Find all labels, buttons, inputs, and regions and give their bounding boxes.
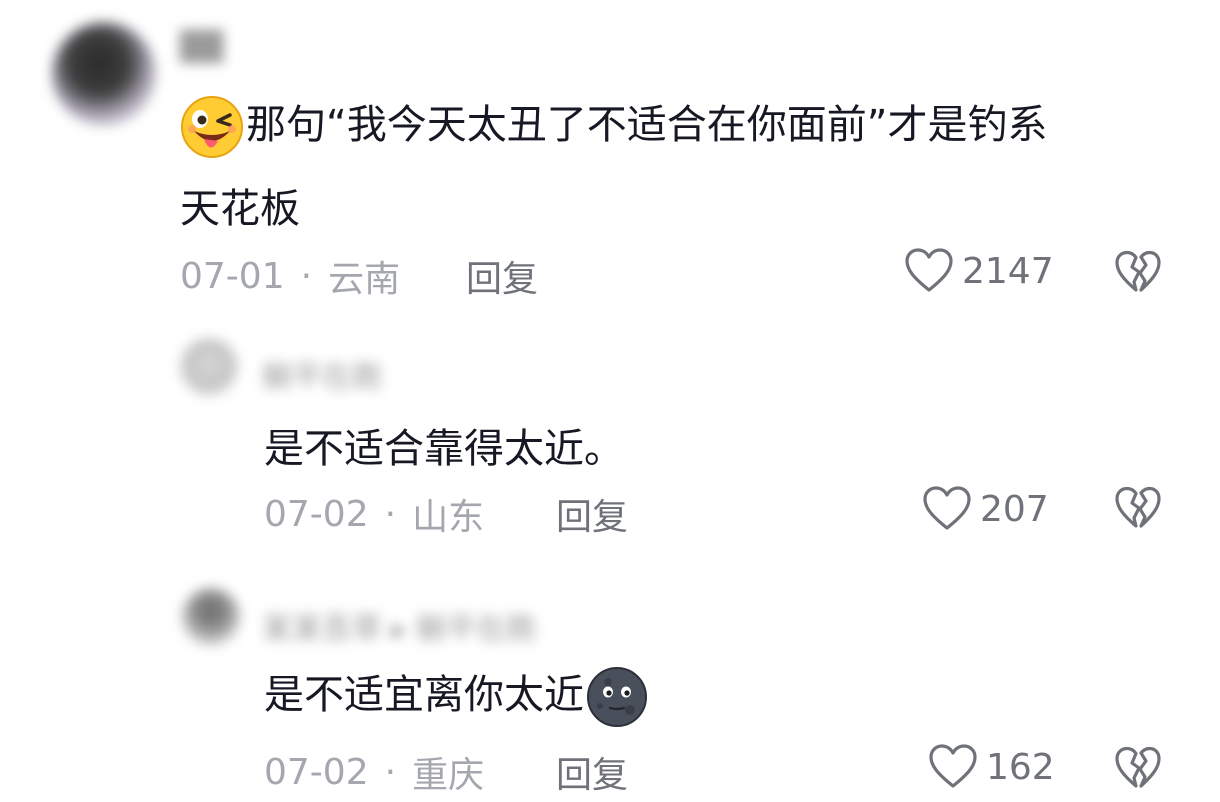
meta-separator: · — [384, 493, 397, 535]
broken-heart-icon — [1115, 486, 1161, 528]
like-button[interactable]: 2147 — [904, 248, 1054, 294]
broken-heart-icon — [1115, 250, 1161, 292]
comment-meta: 07-01 · 云南 — [180, 250, 400, 302]
comment-location: 山东 — [412, 497, 485, 538]
comment-meta: 07-02 · 重庆 — [264, 746, 484, 798]
comment-date: 07-02 — [264, 493, 369, 535]
new-moon-face-emoji — [587, 667, 647, 727]
comment-location: 重庆 — [412, 755, 485, 796]
like-button[interactable]: 162 — [928, 744, 1055, 790]
heart-icon — [929, 744, 977, 788]
comment-date: 07-01 — [180, 255, 285, 297]
comment-text-row: 是不适宜离你太近 — [264, 662, 648, 728]
comment-location: 云南 — [328, 259, 401, 300]
meta-separator: · — [384, 751, 397, 793]
comment-text: 是不适合靠得太近。 — [264, 426, 624, 472]
username[interactable]: 躺平在跑 — [262, 352, 382, 396]
comment-text: 是不适宜离你太近 — [264, 672, 584, 718]
like-button[interactable]: 207 — [922, 486, 1049, 532]
wink-tongue-emoji — [181, 96, 243, 158]
heart-icon — [905, 248, 953, 292]
reply-button[interactable]: 回复 — [556, 488, 628, 540]
avatar[interactable] — [52, 22, 156, 126]
avatar[interactable] — [180, 338, 238, 396]
reply-item: 躺平在跑 是不适合靠得太近。 07-02 · 山东 回复 207 — [0, 320, 1220, 560]
reply-item: 某某吾草 ▸ 躺平在跑 是不适宜离你太近 07-02 · 重庆 回复 162 — [0, 560, 1220, 802]
like-count: 162 — [986, 746, 1055, 788]
like-count: 207 — [980, 488, 1049, 530]
comment-date: 07-02 — [264, 751, 369, 793]
dislike-button[interactable] — [1114, 486, 1162, 534]
dislike-button[interactable] — [1114, 746, 1162, 794]
comment-text-line-2: 天花板 — [180, 186, 300, 232]
comment-text: 那句“我今天太丑了不适合在你面前”才是钓系 — [246, 102, 1048, 148]
username[interactable]: 某某吾草 ▸ 躺平在跑 — [262, 604, 536, 648]
reply-button[interactable]: 回复 — [466, 250, 538, 302]
like-count: 2147 — [962, 250, 1054, 292]
meta-separator: · — [300, 255, 313, 297]
heart-icon — [923, 486, 971, 530]
comment-meta: 07-02 · 山东 — [264, 488, 484, 540]
username[interactable]: ██ — [180, 30, 223, 63]
comment-item: ██ 那句“我今天太丑了不适合在你面前”才是钓系 天花板 07-01 · 云南 … — [0, 0, 1220, 320]
broken-heart-icon — [1115, 746, 1161, 788]
reply-button[interactable]: 回复 — [556, 746, 628, 798]
comment-text-line-1: 那句“我今天太丑了不适合在你面前”才是钓系 — [180, 92, 1047, 159]
dislike-button[interactable] — [1114, 250, 1162, 298]
avatar[interactable] — [182, 588, 240, 646]
